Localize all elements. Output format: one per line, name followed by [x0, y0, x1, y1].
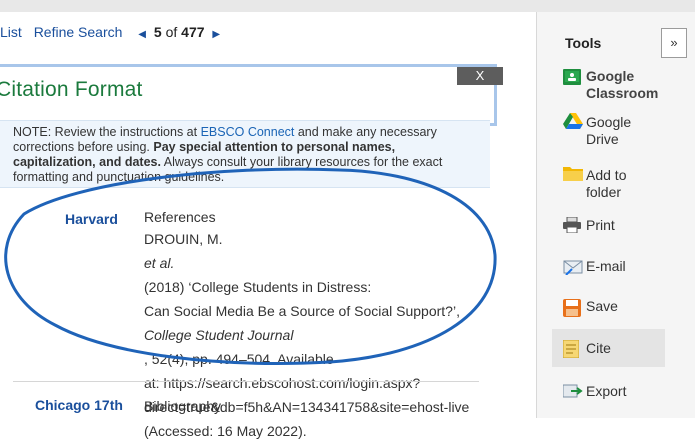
- citation-heading: References: [144, 209, 216, 225]
- citation-line: Can Social Media Be a Source of Social S…: [144, 303, 460, 319]
- citation-heading: Bibliography: [144, 398, 222, 414]
- note-text: NOTE: Review the instructions at: [13, 125, 201, 139]
- close-button[interactable]: X: [457, 67, 503, 85]
- google-drive-icon: [563, 113, 583, 129]
- result-navigation: List Refine Search ◀ 5 of 477 ▶: [0, 24, 224, 40]
- tool-label: Drive: [586, 131, 619, 147]
- tool-label: Save: [586, 298, 618, 314]
- prev-result-icon[interactable]: ◀: [138, 29, 146, 40]
- next-result-icon[interactable]: ▶: [212, 29, 220, 40]
- note-emphasis: Pay special attention to personal names,: [153, 140, 396, 154]
- tools-title: Tools: [565, 35, 602, 51]
- tool-label: folder: [586, 184, 622, 200]
- citation-line: DROUIN, M.: [144, 231, 223, 247]
- citation-divider: [13, 381, 479, 382]
- refine-search-link[interactable]: Refine Search: [34, 24, 123, 40]
- tool-label: Add to: [586, 167, 627, 183]
- result-of-label: of: [165, 24, 178, 40]
- tool-label: Print: [586, 217, 615, 233]
- tool-label: E-mail: [586, 258, 626, 274]
- cite-icon: [562, 339, 583, 359]
- citation-note: NOTE: Review the instructions at EBSCO C…: [0, 120, 490, 188]
- tool-label: Export: [586, 383, 627, 399]
- note-text: and make any necessary: [294, 125, 437, 139]
- citation-line: at: https://search.ebscohost.com/login.a…: [144, 375, 421, 391]
- tool-label: Cite: [586, 340, 611, 356]
- current-result-number: 5: [153, 24, 162, 40]
- note-text: corrections before using.: [13, 140, 154, 154]
- note-text: formatting and punctuation guidelines.: [13, 170, 225, 184]
- tool-label: Google: [586, 114, 632, 130]
- result-list-link[interactable]: List: [0, 24, 22, 40]
- folder-icon: [563, 165, 583, 181]
- citation-style-chicago: Chicago 17th: [35, 397, 123, 413]
- citation-line: (Accessed: 16 May 2022).: [144, 423, 307, 439]
- google-classroom-icon: [563, 69, 583, 85]
- tool-label: Classroom: [586, 85, 659, 101]
- total-results: 477: [181, 24, 205, 40]
- export-icon: [562, 383, 583, 399]
- printer-icon: [563, 216, 583, 234]
- citation-line-italic: et al.: [144, 255, 175, 271]
- citation-line: , 52(4), pp. 494–504. Available: [144, 351, 334, 367]
- dialog-title: Citation Format: [0, 78, 143, 101]
- tool-label: Google: [586, 68, 635, 84]
- collapse-tools-button[interactable]: »: [661, 28, 687, 58]
- top-strip: [0, 0, 695, 12]
- ebsco-connect-link[interactable]: EBSCO Connect: [201, 125, 295, 139]
- citation-journal: College Student Journal: [144, 327, 294, 343]
- note-emphasis: capitalization, and dates.: [13, 155, 161, 169]
- email-icon: [563, 259, 583, 276]
- note-text: Always consult your library resources fo…: [160, 155, 443, 169]
- citation-line: (2018) ‘College Students in Distress:: [144, 279, 372, 295]
- save-icon: [563, 299, 583, 317]
- citation-style-harvard: Harvard: [65, 211, 118, 227]
